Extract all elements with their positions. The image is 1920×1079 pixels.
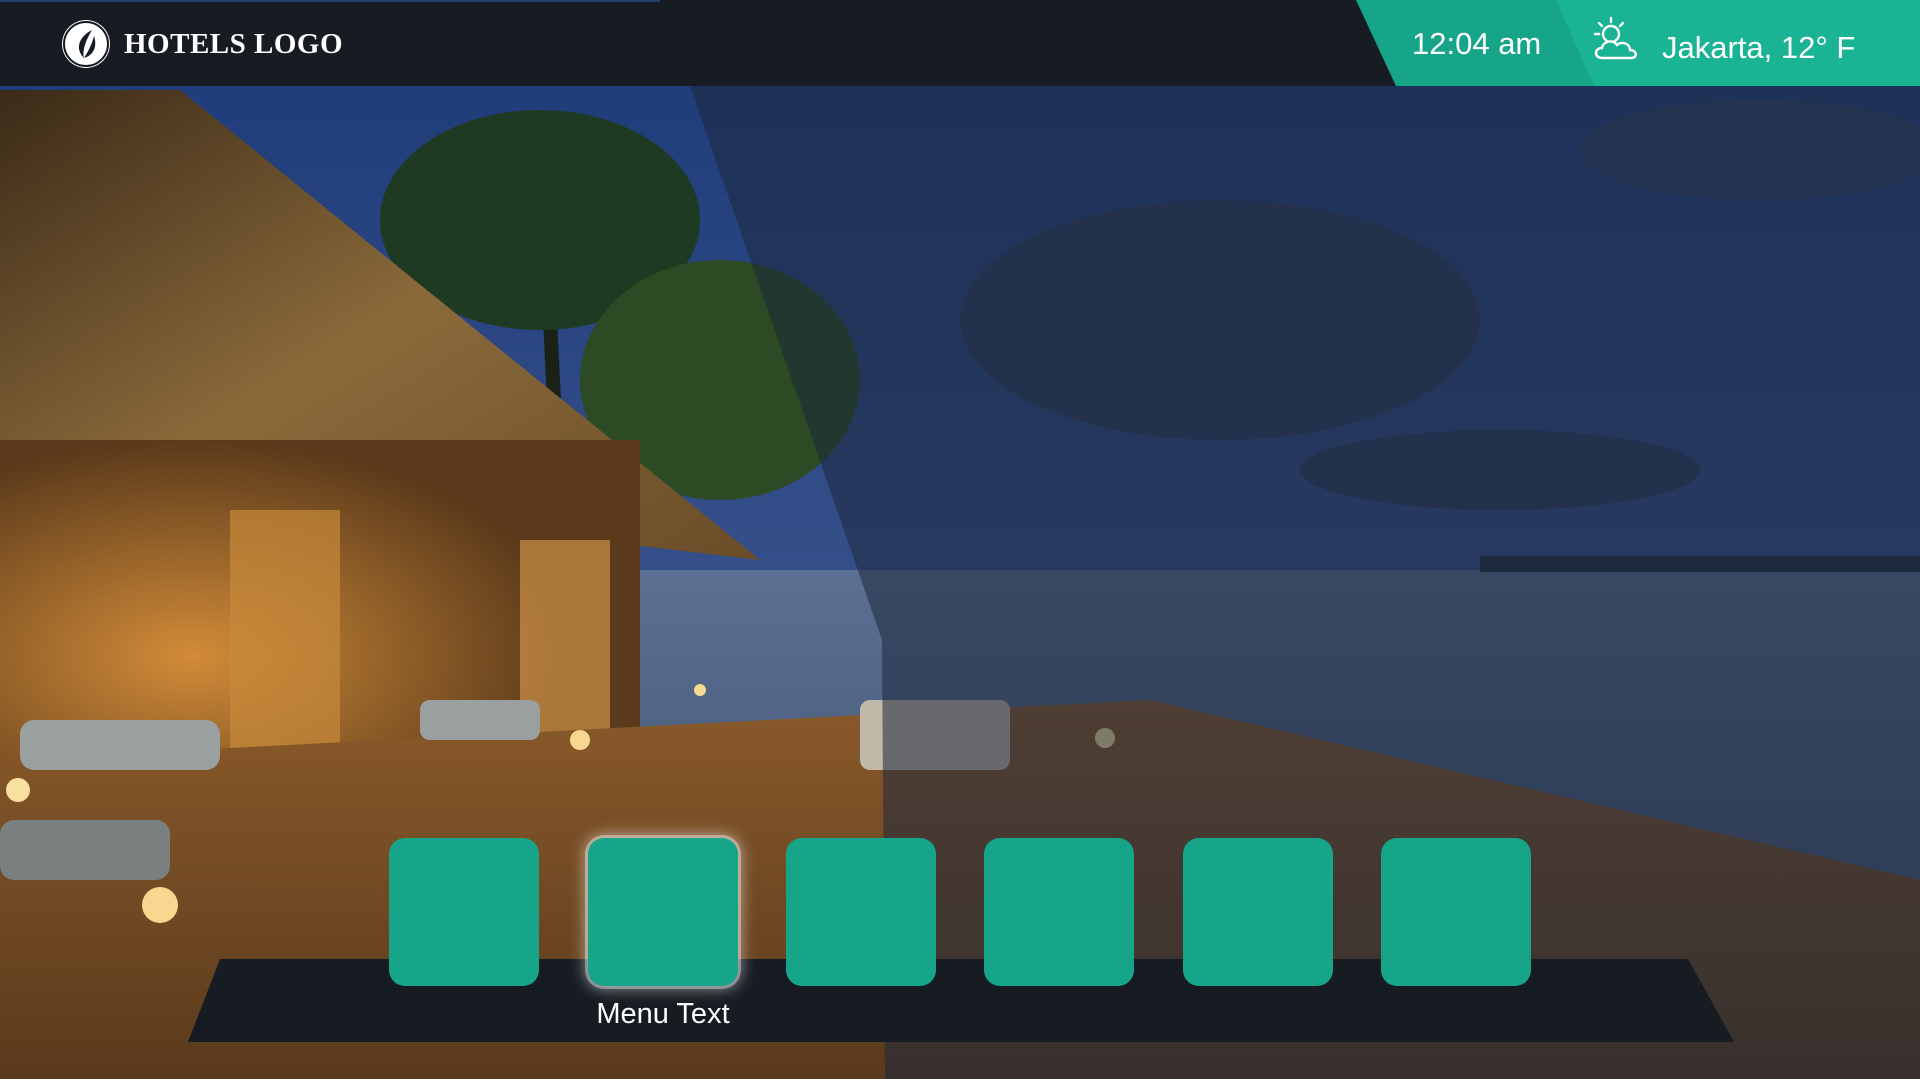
- leaf-circle-icon: [62, 20, 110, 68]
- top-bar-accent: [0, 0, 660, 2]
- menu-tile-2[interactable]: [588, 838, 738, 986]
- logo-text: HOTELS LOGO: [124, 27, 344, 60]
- hotel-logo: HOTELS LOGO: [62, 20, 343, 68]
- hotel-tv-home-screen: HOTELS LOGO 12:04 am Jakarta, 12° F Menu…: [0, 0, 1920, 1079]
- menu-tile-1[interactable]: [389, 838, 539, 986]
- menu-tile-4[interactable]: [984, 838, 1134, 986]
- menu-tile-3[interactable]: [786, 838, 936, 986]
- menu-tile-6[interactable]: [1381, 838, 1531, 986]
- sun-cloud-icon: [1588, 14, 1644, 70]
- weather-location-temp: Jakarta, 12° F: [1662, 30, 1856, 65]
- menu-selected-label: Menu Text: [596, 998, 730, 1030]
- menu-tile-5[interactable]: [1183, 838, 1333, 986]
- current-time: 12:04 am: [1412, 26, 1542, 61]
